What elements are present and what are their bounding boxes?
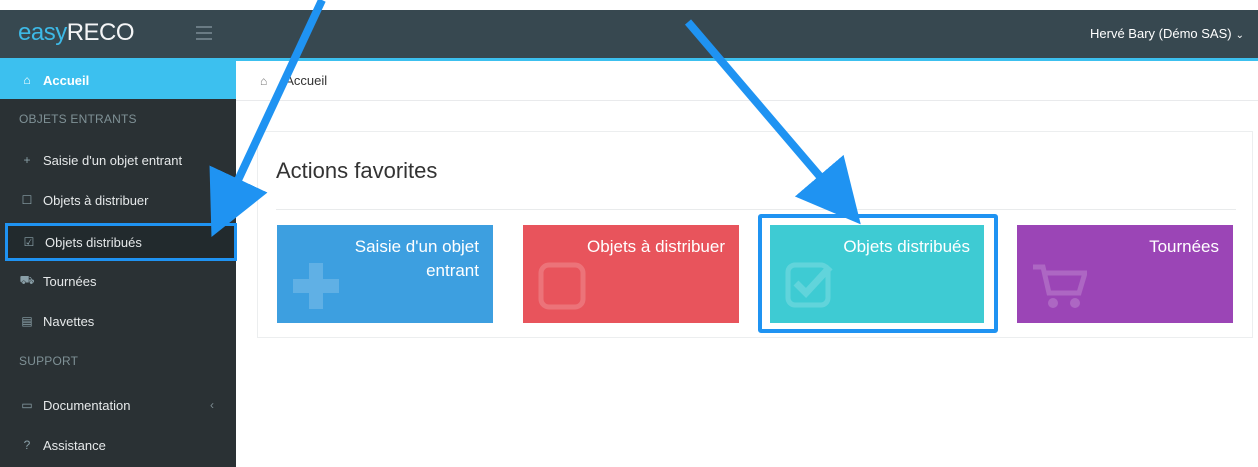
breadcrumb: ⌂ Accueil: [236, 61, 1258, 101]
sidebar-item-navettes[interactable]: ▤ Navettes: [0, 302, 236, 340]
panel-title: Actions favorites: [276, 158, 438, 183]
sidebar-item-label: Tournées: [43, 273, 97, 289]
book-icon: ▭: [21, 398, 33, 412]
favorites-panel: Actions favorites Saisie d'un objet entr…: [257, 131, 1253, 338]
tile-label: Saisie d'un objet: [354, 237, 479, 256]
tile-label: Objets à distribuer: [587, 237, 725, 256]
chevron-down-icon: ⌄: [1235, 30, 1244, 41]
sidebar-item-documentation[interactable]: ▭ Documentation ‹: [0, 386, 236, 424]
sidebar-item-label: Accueil: [43, 72, 90, 88]
tile-tournees[interactable]: Tournées: [1017, 225, 1233, 323]
sidebar-item-objets-a-distribuer[interactable]: ☐ Objets à distribuer: [0, 181, 236, 219]
user-name: Hervé Bary (Démo SAS): [1090, 26, 1232, 41]
section-objets-entrants: OBJETS ENTRANTS: [19, 112, 137, 126]
tile-objets-a-distribuer[interactable]: Objets à distribuer: [523, 225, 739, 323]
sidebar-item-label: Saisie d'un objet entrant: [43, 152, 183, 168]
sidebar-item-label: Assistance: [43, 437, 106, 453]
sidebar-item-label: Objets distribués: [45, 234, 142, 250]
tile-saisie-objet-entrant[interactable]: Saisie d'un objet entrant: [277, 225, 493, 323]
sidebar-item-label: Objets à distribuer: [43, 192, 149, 208]
cart-icon: ⛟: [19, 273, 35, 287]
plus-icon: +: [23, 153, 31, 167]
chevron-left-icon: ‹: [210, 398, 214, 412]
user-menu[interactable]: Hervé Bary (Démo SAS) ⌄: [1090, 26, 1244, 41]
tile-label: Objets distribués: [843, 237, 970, 256]
check-square-icon: [785, 262, 833, 308]
home-icon[interactable]: ⌂: [260, 74, 267, 88]
sidebar-item-assistance[interactable]: ? Assistance: [0, 426, 236, 464]
sidebar-item-label: Navettes: [43, 313, 95, 329]
brand-area: easyRECO: [0, 10, 236, 60]
breadcrumb-current: Accueil: [285, 73, 328, 88]
logo-prefix: easy: [18, 19, 67, 46]
tile-label: Tournées: [1149, 237, 1219, 256]
sidebar-item-accueil[interactable]: ⌂ Accueil: [0, 61, 236, 99]
check-square-icon: ☑: [23, 235, 35, 249]
logo-suffix: RECO: [66, 19, 135, 46]
home-icon: ⌂: [23, 73, 31, 87]
divider: [276, 209, 1236, 210]
help-icon: ?: [23, 438, 31, 452]
sidebar-item-label: Documentation: [43, 397, 131, 413]
cart-icon: [1033, 264, 1087, 308]
truck-icon: ▤: [21, 314, 33, 328]
section-support: SUPPORT: [19, 354, 79, 368]
tile-objets-distribues[interactable]: Objets distribués: [770, 225, 984, 323]
menu-toggle-icon[interactable]: [196, 26, 212, 40]
logo[interactable]: easyRECO: [18, 19, 135, 47]
plus-icon: [293, 263, 339, 309]
top-bar: easyRECO Hervé Bary (Démo SAS) ⌄: [0, 10, 1258, 60]
sidebar: ⌂ Accueil OBJETS ENTRANTS + Saisie d'un …: [0, 61, 237, 467]
square-icon: ☐: [21, 193, 33, 207]
square-icon: [538, 262, 586, 310]
sidebar-item-objets-distribues[interactable]: ☑ Objets distribués: [5, 223, 237, 261]
sidebar-item-tournees[interactable]: ⛟ Tournées: [0, 262, 236, 300]
sidebar-item-saisie[interactable]: + Saisie d'un objet entrant: [0, 141, 236, 179]
